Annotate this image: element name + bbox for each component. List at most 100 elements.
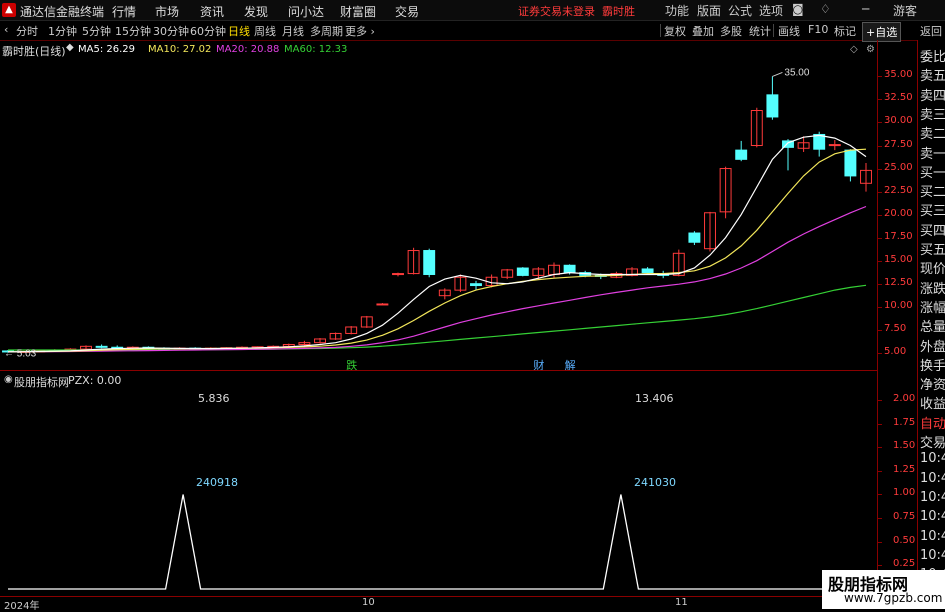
side-panel-item[interactable]: 涨跌 — [920, 278, 945, 297]
side-panel-item[interactable]: 10:4 — [920, 471, 945, 486]
candle — [766, 76, 779, 120]
side-panel-item[interactable]: 买四 — [920, 220, 945, 239]
restore-icon[interactable]: ◙ — [792, 2, 804, 16]
menu-options[interactable]: 选项 — [759, 2, 783, 19]
bell-icon[interactable]: ♢ — [820, 2, 831, 16]
period-more[interactable]: 更多 › — [345, 23, 375, 39]
tool-f10[interactable]: F10 — [808, 23, 828, 36]
y-tick — [878, 76, 882, 78]
side-panel-item[interactable]: 10:4 — [920, 451, 945, 466]
candle — [828, 139, 841, 151]
diamond-icon[interactable]: ◇ — [850, 44, 858, 55]
side-panel-item[interactable]: 收益 — [920, 393, 945, 412]
ma20-line — [8, 205, 867, 353]
menu-quotes[interactable]: 行情 — [112, 3, 136, 20]
y-tick — [878, 99, 882, 101]
side-panel-item[interactable]: 买二 — [920, 181, 945, 200]
high-pointer — [772, 71, 783, 77]
candle — [750, 107, 763, 148]
side-panel-item[interactable]: 卖一 — [920, 143, 945, 162]
minimize-icon[interactable]: ─ — [862, 2, 869, 16]
period-30min[interactable]: 30分钟 — [153, 23, 189, 39]
divider — [773, 24, 774, 37]
side-panel-item[interactable]: 外盘 — [920, 336, 945, 355]
period-weekly[interactable]: 周线 — [254, 23, 276, 39]
menu-news[interactable]: 资讯 — [200, 3, 224, 20]
menu-discover[interactable]: 发现 — [244, 3, 268, 20]
stock-short-name: 霸时胜 — [602, 5, 635, 18]
y-tick — [878, 214, 882, 216]
side-panel-item[interactable]: 买三 — [920, 200, 945, 219]
add-watchlist-button[interactable]: +自选 — [862, 22, 902, 42]
period-daily[interactable]: 日线 — [228, 23, 250, 39]
menu-layout[interactable]: 版面 — [697, 2, 721, 19]
candle — [392, 272, 404, 277]
side-panel-item[interactable]: 买五 — [920, 239, 945, 258]
chart-settings-icon[interactable]: ⚙ — [866, 44, 875, 55]
menu-function[interactable]: 功能 — [665, 2, 689, 19]
quote-side-panel: 委比 卖五 卖四 卖三 卖二 卖一 买一 买二 买三 买四 买五 现价 涨跌 涨幅 总量 外盘 换手 净资 收益 自动… — [917, 40, 945, 601]
tool-overlay[interactable]: 叠加 — [692, 23, 714, 39]
back-button[interactable]: 返回 — [920, 23, 942, 39]
side-panel-item[interactable]: 10:4 — [920, 548, 945, 563]
side-panel-item[interactable]: 卖四 — [920, 85, 945, 104]
side-panel-item[interactable]: 10:4 — [920, 529, 945, 544]
sub-y-tick-label: 0.75 — [893, 511, 916, 523]
candlestick-chart[interactable]: 35.00← 5.03跌财解◇ ⚙ — [0, 40, 878, 371]
side-panel-item[interactable]: 换手 — [920, 355, 945, 374]
side-panel-item[interactable]: 卖三 — [920, 104, 945, 123]
period-15min[interactable]: 15分钟 — [115, 23, 151, 39]
candle — [438, 288, 451, 300]
side-panel-item[interactable]: 买一 — [920, 162, 945, 181]
tool-mark[interactable]: 标记 — [834, 23, 856, 39]
tool-adjust[interactable]: 复权 — [664, 23, 686, 39]
y-tick — [878, 237, 882, 239]
candle — [376, 303, 389, 306]
menu-market[interactable]: 市场 — [155, 3, 179, 20]
sub-y-tick — [878, 423, 882, 425]
side-panel-item[interactable]: 总量 — [920, 316, 945, 335]
side-panel-item[interactable]: 10:4 — [920, 490, 945, 505]
ma10-line — [7, 148, 867, 353]
candle — [782, 139, 794, 171]
menu-ask[interactable]: 问小达 — [288, 3, 324, 20]
login-notice[interactable]: 证券交易未登录 霸时胜 — [518, 3, 635, 19]
menu-trade[interactable]: 交易 — [395, 3, 419, 20]
tool-draw[interactable]: 画线 — [778, 23, 800, 39]
y-tick-label: 7.50 — [884, 322, 907, 334]
y-tick-label: 5.00 — [884, 345, 907, 357]
side-panel-item[interactable]: 委比 — [920, 46, 945, 65]
side-panel-item[interactable]: 净资 — [920, 374, 945, 393]
period-60min[interactable]: 60分钟 — [190, 23, 226, 39]
side-panel-item[interactable]: 卖五 — [920, 65, 945, 84]
side-panel-item[interactable]: 交易 — [920, 432, 945, 451]
period-intraday[interactable]: 分时 — [16, 23, 38, 39]
tool-statistics[interactable]: 统计 — [749, 23, 771, 39]
candle — [844, 149, 857, 182]
sub-y-tick — [878, 494, 882, 496]
period-1min[interactable]: 1分钟 — [48, 23, 77, 39]
high-price-label: 35.00 — [784, 67, 809, 78]
period-monthly[interactable]: 月线 — [282, 23, 304, 39]
side-panel-item[interactable]: 涨幅 — [920, 297, 945, 316]
menu-formula[interactable]: 公式 — [728, 2, 752, 19]
indicator-chart[interactable] — [0, 371, 878, 596]
watermark: 股朋指标网 www.7gpzb.com — [822, 570, 945, 609]
side-panel-item[interactable]: 10:4 — [920, 509, 945, 524]
y-tick — [878, 352, 882, 354]
menu-wealth[interactable]: 财富圈 — [340, 3, 376, 20]
y-tick-label: 30.00 — [884, 115, 913, 127]
tool-multi-stock[interactable]: 多股 — [720, 23, 742, 39]
sub-y-tick — [878, 470, 882, 472]
sub-y-tick-label: 0.25 — [893, 558, 916, 570]
chevron-left-icon[interactable]: ‹ — [4, 23, 8, 36]
side-panel-item[interactable]: 自动 — [920, 413, 945, 432]
period-multi[interactable]: 多周期 — [310, 23, 343, 39]
y-tick-label: 20.00 — [884, 207, 913, 219]
user-label[interactable]: 游客 — [893, 2, 917, 19]
side-panel-item[interactable]: 现价 — [920, 258, 945, 277]
y-tick-label: 12.50 — [884, 276, 913, 288]
period-5min[interactable]: 5分钟 — [82, 23, 111, 39]
sub-y-tick-label: 1.75 — [893, 416, 916, 428]
side-panel-item[interactable]: 卖二 — [920, 123, 945, 142]
